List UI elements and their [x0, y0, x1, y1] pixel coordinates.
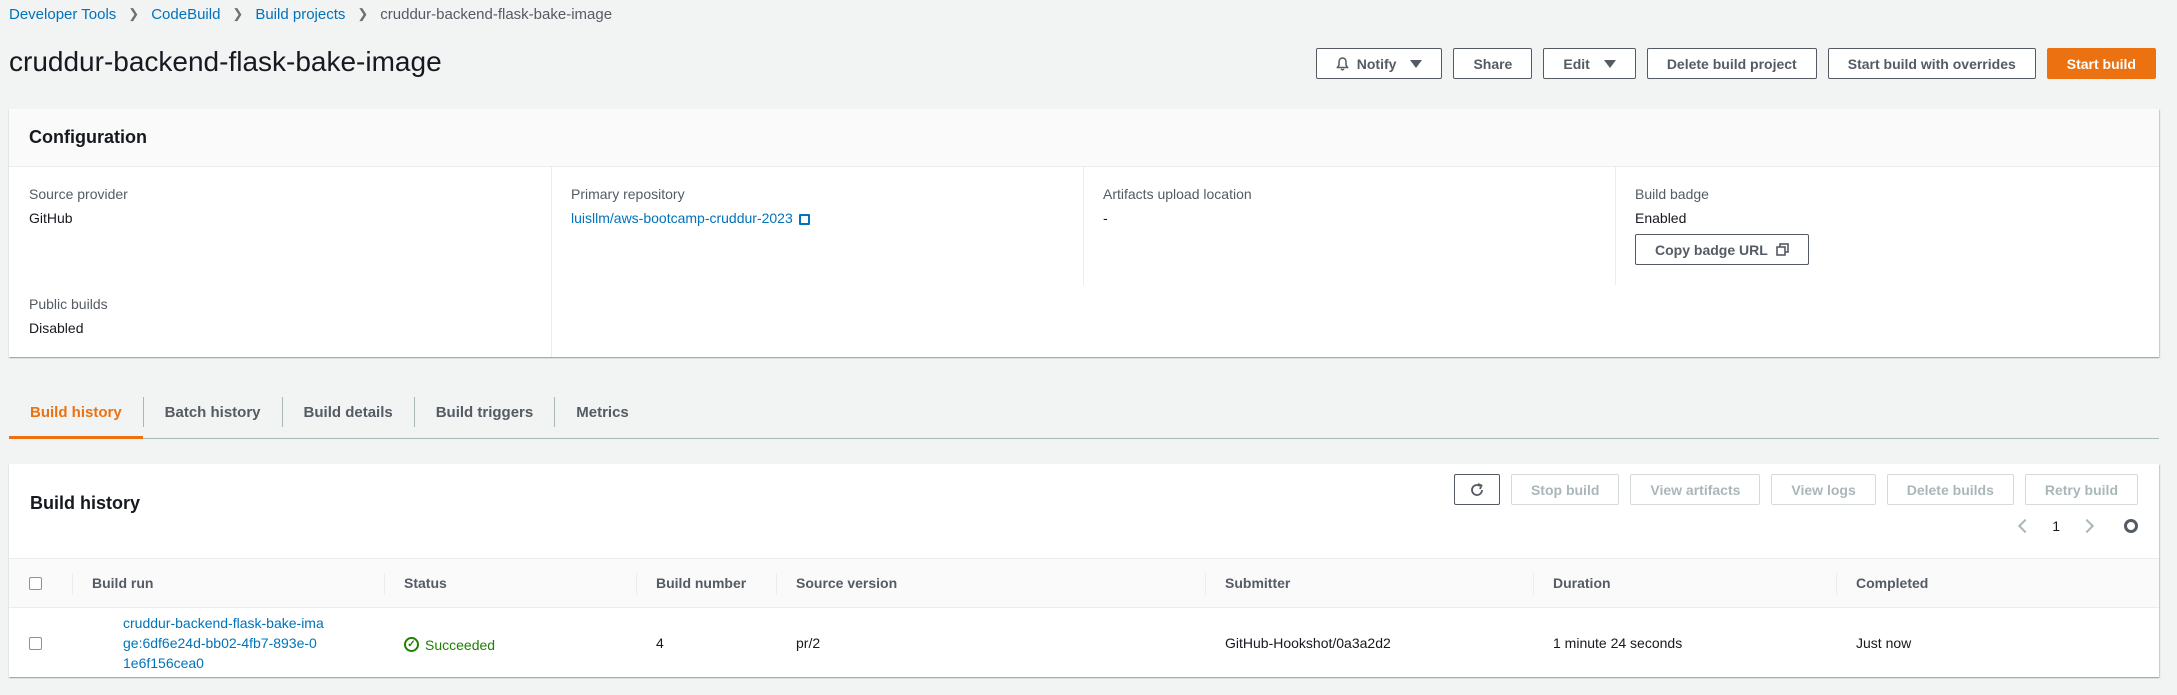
- column-completed[interactable]: Completed: [1836, 559, 2159, 608]
- config-column-1: Source provider GitHub Public builds Dis…: [9, 167, 552, 357]
- build-badge-label: Build badge: [1635, 186, 1709, 202]
- view-logs-button[interactable]: View logs: [1771, 474, 1876, 505]
- view-artifacts-button[interactable]: View artifacts: [1630, 474, 1761, 505]
- tab-metrics[interactable]: Metrics: [554, 397, 650, 427]
- caret-down-icon: [1410, 59, 1423, 68]
- build-history-actions: Stop build View artifacts View logs Dele…: [1453, 474, 2138, 505]
- pagination: 1: [2018, 518, 2138, 534]
- config-column-2: Primary repository luisllm/aws-bootcamp-…: [551, 167, 1083, 357]
- start-build-with-overrides-button[interactable]: Start build with overrides: [1827, 48, 2036, 79]
- config-column-3: Artifacts upload location -: [1083, 167, 1615, 357]
- status-cell: ✓ Succeeded: [384, 608, 636, 679]
- column-status[interactable]: Status: [384, 559, 636, 608]
- retry-build-button[interactable]: Retry build: [2024, 474, 2138, 505]
- duration-cell: 1 minute 24 seconds: [1553, 635, 1683, 651]
- source-provider-value: GitHub: [29, 210, 73, 226]
- breadcrumb-build-projects[interactable]: Build projects: [255, 6, 345, 23]
- copy-badge-url-button[interactable]: Copy badge URL: [1635, 234, 1809, 265]
- configuration-grid: Source provider GitHub Public builds Dis…: [9, 167, 2159, 357]
- copy-badge-url-label: Copy badge URL: [1655, 241, 1768, 258]
- breadcrumb-separator-icon: ❯: [357, 6, 369, 21]
- column-build-run[interactable]: Build run: [72, 559, 384, 608]
- build-badge-value: Enabled: [1635, 210, 1687, 226]
- artifacts-value: -: [1103, 210, 1108, 226]
- source-provider-label: Source provider: [29, 186, 128, 202]
- success-icon: ✓: [404, 637, 419, 652]
- header-actions: Notify Share Edit Delete build project S…: [1315, 48, 2156, 79]
- build-history-panel: Build history Stop build View artifacts …: [9, 464, 2159, 677]
- configuration-panel: Configuration Source provider GitHub Pub…: [9, 109, 2159, 357]
- breadcrumb-current: cruddur-backend-flask-bake-image: [380, 5, 613, 23]
- tab-build-details[interactable]: Build details: [281, 397, 414, 427]
- row-checkbox[interactable]: [29, 636, 42, 650]
- primary-repository-value: luisllm/aws-bootcamp-cruddur-2023: [571, 208, 810, 228]
- build-run-link[interactable]: cruddur-backend-flask-bake-image:6df6e24…: [123, 615, 324, 671]
- copy-icon: [1775, 243, 1789, 256]
- current-page[interactable]: 1: [2052, 518, 2060, 534]
- submitter-cell: GitHub-Hookshot/0a3a2d2: [1225, 635, 1391, 651]
- breadcrumb-developer-tools[interactable]: Developer Tools: [9, 6, 116, 23]
- completed-cell: Just now: [1856, 635, 1912, 651]
- refresh-icon: [1471, 482, 1483, 496]
- breadcrumb: Developer Tools ❯ CodeBuild ❯ Build proj…: [9, 4, 612, 24]
- tab-build-triggers[interactable]: Build triggers: [413, 397, 555, 427]
- build-number-cell: 4: [656, 635, 664, 651]
- table-row: cruddur-backend-flask-bake-image:6df6e24…: [9, 608, 2159, 679]
- configuration-header: Configuration: [9, 109, 2159, 167]
- configuration-title: Configuration: [29, 127, 147, 147]
- artifacts-label: Artifacts upload location: [1103, 186, 1252, 202]
- notify-button[interactable]: Notify: [1315, 48, 1443, 79]
- breadcrumb-codebuild[interactable]: CodeBuild: [151, 6, 220, 23]
- external-link-icon: [798, 214, 810, 225]
- public-builds-label: Public builds: [29, 296, 108, 312]
- public-builds: Public builds Disabled: [29, 294, 108, 338]
- select-all-header: [9, 559, 72, 608]
- refresh-button[interactable]: [1453, 474, 1500, 505]
- tab-bar: Build history Batch history Build detail…: [9, 386, 2159, 439]
- stop-build-button[interactable]: Stop build: [1510, 474, 1620, 505]
- tab-build-history[interactable]: Build history: [9, 386, 143, 439]
- source-version-cell: pr/2: [796, 635, 821, 651]
- primary-repository-label: Primary repository: [571, 186, 685, 202]
- primary-repository-link[interactable]: luisllm/aws-bootcamp-cruddur-2023: [571, 210, 793, 226]
- table-header-row: Build run Status Build number Source ver…: [9, 558, 2159, 608]
- build-run-cell: cruddur-backend-flask-bake-image:6df6e24…: [72, 608, 384, 679]
- column-build-number[interactable]: Build number: [636, 559, 776, 608]
- column-duration[interactable]: Duration: [1533, 559, 1836, 608]
- notify-label: Notify: [1356, 55, 1397, 72]
- delete-builds-button[interactable]: Delete builds: [1886, 474, 2014, 505]
- breadcrumb-separator-icon: ❯: [232, 6, 244, 21]
- status-badge: ✓ Succeeded: [404, 635, 495, 655]
- config-column-4: Build badge Enabled Copy badge URL: [1615, 167, 2159, 357]
- build-history-table: Build run Status Build number Source ver…: [9, 558, 2159, 678]
- public-builds-value: Disabled: [29, 320, 84, 336]
- tab-batch-history[interactable]: Batch history: [142, 397, 282, 427]
- edit-label: Edit: [1563, 55, 1590, 72]
- bell-icon: [1335, 56, 1349, 70]
- start-build-button[interactable]: Start build: [2046, 48, 2156, 79]
- gear-icon[interactable]: [2124, 519, 2138, 533]
- column-source-version[interactable]: Source version: [776, 559, 1205, 608]
- delete-build-project-button[interactable]: Delete build project: [1646, 48, 1817, 79]
- breadcrumb-separator-icon: ❯: [128, 6, 140, 21]
- edit-button[interactable]: Edit: [1543, 48, 1636, 79]
- chevron-right-icon[interactable]: [2079, 518, 2095, 534]
- select-all-checkbox[interactable]: [29, 576, 42, 590]
- caret-down-icon: [1603, 59, 1616, 68]
- build-badge: Build badge Enabled: [1635, 184, 1709, 228]
- page-title: cruddur-backend-flask-bake-image: [9, 46, 442, 77]
- chevron-left-icon[interactable]: [2018, 518, 2033, 534]
- primary-repository: Primary repository luisllm/aws-bootcamp-…: [571, 184, 810, 228]
- status-text: Succeeded: [425, 636, 496, 653]
- share-button[interactable]: Share: [1453, 48, 1533, 79]
- source-provider: Source provider GitHub: [29, 184, 128, 228]
- build-history-title: Build history: [30, 493, 141, 513]
- artifacts-upload-location: Artifacts upload location -: [1103, 184, 1252, 228]
- row-select-cell: [9, 608, 72, 679]
- column-submitter[interactable]: Submitter: [1205, 559, 1533, 608]
